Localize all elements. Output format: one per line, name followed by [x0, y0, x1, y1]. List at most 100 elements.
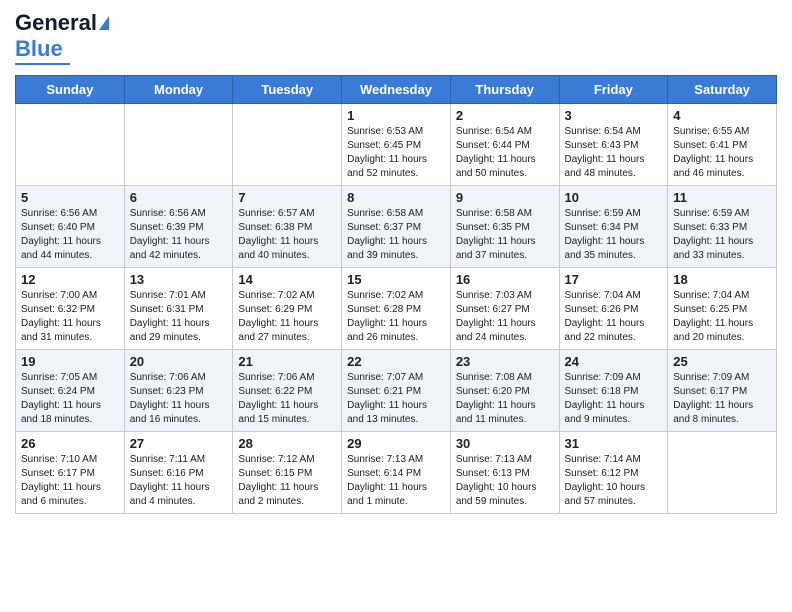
cell-sun-info: Sunrise: 6:53 AMSunset: 6:45 PMDaylight:…: [347, 125, 445, 181]
day-number: 20: [130, 354, 228, 369]
day-number: 29: [347, 436, 445, 451]
calendar-table: Sunday Monday Tuesday Wednesday Thursday…: [15, 75, 777, 514]
calendar-cell: 2Sunrise: 6:54 AMSunset: 6:44 PMDaylight…: [450, 104, 559, 186]
cell-sun-info: Sunrise: 7:13 AMSunset: 6:13 PMDaylight:…: [456, 453, 554, 509]
calendar-cell: 26Sunrise: 7:10 AMSunset: 6:17 PMDayligh…: [16, 432, 125, 514]
calendar-cell: 13 Sunrise: 7:01 AMSunset: 6:31 PMDayligh…: [124, 268, 233, 350]
cell-sun-info: Sunrise: 7:04 AMSunset: 6:26 PMDaylight:…: [565, 289, 663, 345]
cell-sun-info: Sunrise: 7:06 AMSunset: 6:22 PMDaylight:…: [238, 371, 336, 427]
calendar-cell: 19 Sunrise: 7:05 AMSunset: 6:24 PMDayligh…: [16, 350, 125, 432]
calendar-cell: 30Sunrise: 7:13 AMSunset: 6:13 PMDayligh…: [450, 432, 559, 514]
cell-sun-info: Sunrise: 6:59 AMSunset: 6:33 PMDaylight:…: [673, 207, 771, 263]
day-number: 4: [673, 108, 771, 123]
day-number: 21: [238, 354, 336, 369]
cell-sun-info: Sunrise: 7:06 AMSunset: 6:23 PMDaylight:…: [130, 371, 228, 427]
calendar-cell: 4 Sunrise: 6:55 AMSunset: 6:41 PMDaylight…: [668, 104, 777, 186]
calendar-cell: 11 Sunrise: 6:59 AMSunset: 6:33 PMDayligh…: [668, 186, 777, 268]
cell-sun-info: Sunrise: 6:59 AMSunset: 6:34 PMDaylight:…: [565, 207, 663, 263]
cell-sun-info: Sunrise: 6:54 AMSunset: 6:43 PMDaylight:…: [565, 125, 663, 181]
cell-sun-info: Sunrise: 7:03 AMSunset: 6:27 PMDaylight:…: [456, 289, 554, 345]
day-number: 16: [456, 272, 554, 287]
calendar-cell: 22Sunrise: 7:07 AMSunset: 6:21 PMDayligh…: [342, 350, 451, 432]
day-number: 15: [347, 272, 445, 287]
calendar-cell: 28 Sunrise: 7:12 AMSunset: 6:15 PMDayligh…: [233, 432, 342, 514]
day-number: 5: [21, 190, 119, 205]
cell-sun-info: Sunrise: 7:12 AMSunset: 6:15 PMDaylight:…: [238, 453, 336, 509]
day-number: 12: [21, 272, 119, 287]
calendar-cell: 3Sunrise: 6:54 AMSunset: 6:43 PMDaylight…: [559, 104, 668, 186]
day-number: 9: [456, 190, 554, 205]
calendar-cell: 29Sunrise: 7:13 AMSunset: 6:14 PMDayligh…: [342, 432, 451, 514]
calendar-cell: 27 Sunrise: 7:11 AMSunset: 6:16 PMDayligh…: [124, 432, 233, 514]
calendar-cell: 25 Sunrise: 7:09 AMSunset: 6:17 PMDayligh…: [668, 350, 777, 432]
calendar-week-row: 19 Sunrise: 7:05 AMSunset: 6:24 PMDayligh…: [16, 350, 777, 432]
calendar-cell: 7 Sunrise: 6:57 AMSunset: 6:38 PMDaylight…: [233, 186, 342, 268]
cell-sun-info: Sunrise: 7:14 AMSunset: 6:12 PMDaylight:…: [565, 453, 663, 509]
cell-sun-info: Sunrise: 7:11 AMSunset: 6:16 PMDaylight:…: [130, 453, 228, 509]
logo: General Blue: [15, 10, 109, 65]
cell-sun-info: Sunrise: 7:09 AMSunset: 6:18 PMDaylight:…: [565, 371, 663, 427]
header-row: Sunday Monday Tuesday Wednesday Thursday…: [16, 76, 777, 104]
logo-general-text: General: [15, 10, 97, 36]
cell-sun-info: Sunrise: 7:00 AMSunset: 6:32 PMDaylight:…: [21, 289, 119, 345]
calendar-cell: 9 Sunrise: 6:58 AMSunset: 6:35 PMDaylight…: [450, 186, 559, 268]
col-friday: Friday: [559, 76, 668, 104]
cell-sun-info: Sunrise: 7:09 AMSunset: 6:17 PMDaylight:…: [673, 371, 771, 427]
day-number: 8: [347, 190, 445, 205]
cell-sun-info: Sunrise: 7:07 AMSunset: 6:21 PMDaylight:…: [347, 371, 445, 427]
calendar-week-row: 26Sunrise: 7:10 AMSunset: 6:17 PMDayligh…: [16, 432, 777, 514]
calendar-cell: 8 Sunrise: 6:58 AMSunset: 6:37 PMDaylight…: [342, 186, 451, 268]
calendar-cell: 18 Sunrise: 7:04 AMSunset: 6:25 PMDayligh…: [668, 268, 777, 350]
calendar-week-row: 5 Sunrise: 6:56 AMSunset: 6:40 PMDaylight…: [16, 186, 777, 268]
calendar-cell: 14 Sunrise: 7:02 AMSunset: 6:29 PMDayligh…: [233, 268, 342, 350]
calendar-cell: 1 Sunrise: 6:53 AMSunset: 6:45 PMDaylight…: [342, 104, 451, 186]
calendar-cell: 15 Sunrise: 7:02 AMSunset: 6:28 PMDayligh…: [342, 268, 451, 350]
day-number: 31: [565, 436, 663, 451]
day-number: 11: [673, 190, 771, 205]
col-saturday: Saturday: [668, 76, 777, 104]
day-number: 24: [565, 354, 663, 369]
day-number: 27: [130, 436, 228, 451]
day-number: 6: [130, 190, 228, 205]
cell-sun-info: Sunrise: 6:58 AMSunset: 6:37 PMDaylight:…: [347, 207, 445, 263]
day-number: 28: [238, 436, 336, 451]
cell-sun-info: Sunrise: 6:56 AMSunset: 6:40 PMDaylight:…: [21, 207, 119, 263]
day-number: 17: [565, 272, 663, 287]
day-number: 25: [673, 354, 771, 369]
page-container: General Blue Sunday Monday Tuesday Wedne…: [0, 0, 792, 529]
cell-sun-info: Sunrise: 7:02 AMSunset: 6:28 PMDaylight:…: [347, 289, 445, 345]
cell-sun-info: Sunrise: 6:58 AMSunset: 6:35 PMDaylight:…: [456, 207, 554, 263]
day-number: 13: [130, 272, 228, 287]
calendar-cell: 21 Sunrise: 7:06 AMSunset: 6:22 PMDayligh…: [233, 350, 342, 432]
calendar-week-row: 12 Sunrise: 7:00 AMSunset: 6:32 PMDayligh…: [16, 268, 777, 350]
calendar-cell: [668, 432, 777, 514]
calendar-cell: 10Sunrise: 6:59 AMSunset: 6:34 PMDayligh…: [559, 186, 668, 268]
day-number: 7: [238, 190, 336, 205]
cell-sun-info: Sunrise: 7:02 AMSunset: 6:29 PMDaylight:…: [238, 289, 336, 345]
day-number: 18: [673, 272, 771, 287]
cell-sun-info: Sunrise: 7:04 AMSunset: 6:25 PMDaylight:…: [673, 289, 771, 345]
calendar-cell: 5 Sunrise: 6:56 AMSunset: 6:40 PMDaylight…: [16, 186, 125, 268]
day-number: 1: [347, 108, 445, 123]
calendar-cell: 20 Sunrise: 7:06 AMSunset: 6:23 PMDayligh…: [124, 350, 233, 432]
day-number: 23: [456, 354, 554, 369]
calendar-cell: 24 Sunrise: 7:09 AMSunset: 6:18 PMDayligh…: [559, 350, 668, 432]
cell-sun-info: Sunrise: 6:56 AMSunset: 6:39 PMDaylight:…: [130, 207, 228, 263]
cell-sun-info: Sunrise: 7:01 AMSunset: 6:31 PMDaylight:…: [130, 289, 228, 345]
cell-sun-info: Sunrise: 7:10 AMSunset: 6:17 PMDaylight:…: [21, 453, 119, 509]
cell-sun-info: Sunrise: 6:57 AMSunset: 6:38 PMDaylight:…: [238, 207, 336, 263]
calendar-cell: [233, 104, 342, 186]
calendar-cell: [16, 104, 125, 186]
day-number: 2: [456, 108, 554, 123]
day-number: 19: [21, 354, 119, 369]
calendar-cell: 12 Sunrise: 7:00 AMSunset: 6:32 PMDayligh…: [16, 268, 125, 350]
col-wednesday: Wednesday: [342, 76, 451, 104]
cell-sun-info: Sunrise: 7:05 AMSunset: 6:24 PMDaylight:…: [21, 371, 119, 427]
header: General Blue: [15, 10, 777, 65]
calendar-cell: 23Sunrise: 7:08 AMSunset: 6:20 PMDayligh…: [450, 350, 559, 432]
calendar-cell: 6 Sunrise: 6:56 AMSunset: 6:39 PMDaylight…: [124, 186, 233, 268]
calendar-cell: [124, 104, 233, 186]
cell-sun-info: Sunrise: 6:55 AMSunset: 6:41 PMDaylight:…: [673, 125, 771, 181]
day-number: 14: [238, 272, 336, 287]
logo-underline: [15, 63, 70, 65]
